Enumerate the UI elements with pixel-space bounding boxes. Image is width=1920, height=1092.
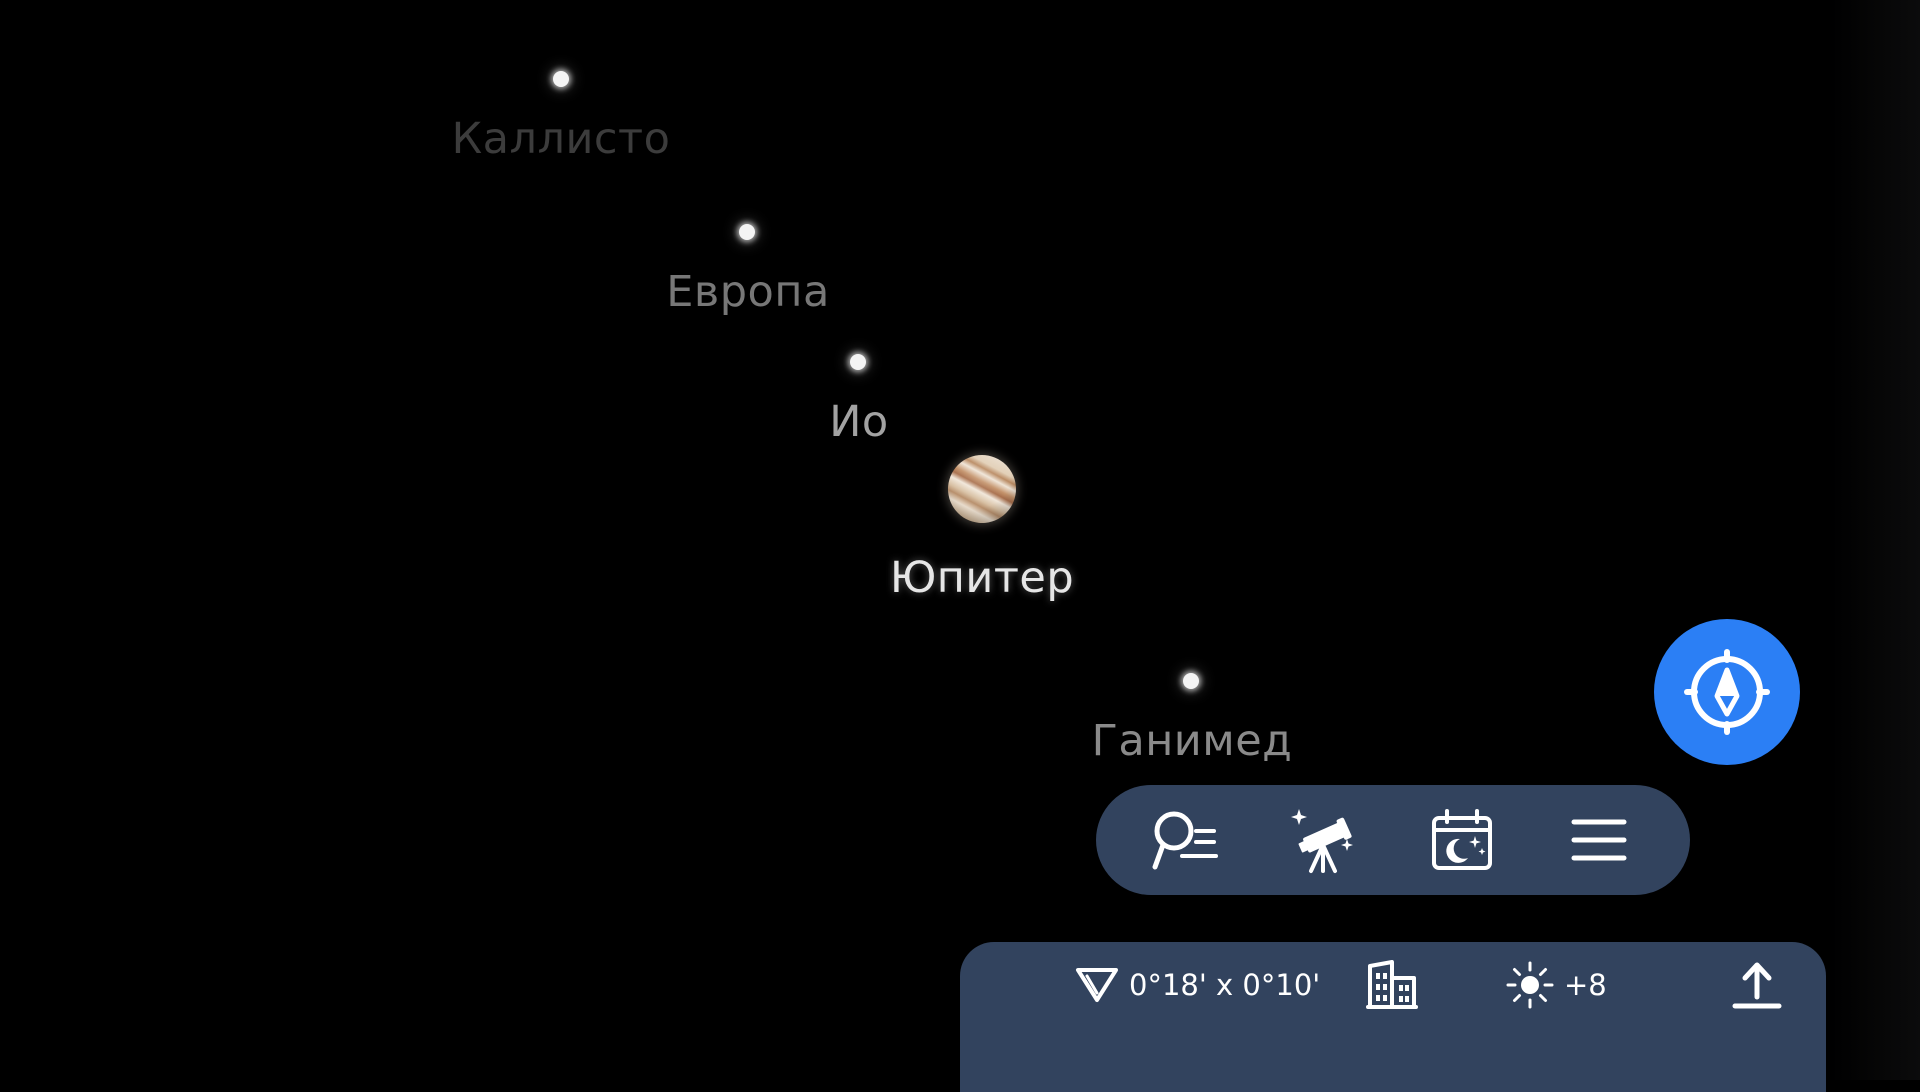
brightness-value: +8 — [1564, 967, 1607, 1002]
brightness-control[interactable]: +8 — [1506, 942, 1607, 1027]
sun-icon — [1506, 961, 1554, 1008]
main-toolbar — [1096, 785, 1690, 895]
calendar-night-icon — [1431, 809, 1492, 870]
search-button[interactable] — [1142, 795, 1232, 885]
field-of-view-value: 0°18' x 0°10' — [1129, 967, 1321, 1002]
callisto-label: Каллисто — [451, 114, 671, 164]
compass-icon — [1684, 649, 1770, 735]
europa-dot[interactable] — [739, 224, 755, 240]
menu-icon — [1571, 819, 1627, 861]
share-button[interactable] — [1732, 942, 1782, 1027]
callisto-dot[interactable] — [553, 71, 569, 87]
jupiter-label: Юпитер — [889, 553, 1075, 603]
ganymede-dot[interactable] — [1183, 673, 1199, 689]
sky-edge-shade — [1830, 0, 1920, 1080]
search-list-icon — [1152, 811, 1218, 870]
sky-view[interactable]: Каллисто Европа Ио Юпитер Ганимед — [0, 0, 1920, 1080]
europa-label: Европа — [666, 267, 830, 317]
status-panel: 0°18' x 0°10' +8 — [960, 942, 1826, 1092]
field-of-view-icon — [1076, 967, 1118, 1002]
io-dot[interactable] — [850, 354, 866, 370]
upload-icon — [1732, 962, 1782, 1008]
buildings-icon — [1366, 959, 1418, 1009]
io-label: Ио — [829, 397, 889, 447]
ganymede-label: Ганимед — [1091, 716, 1293, 766]
telescope-icon — [1291, 809, 1354, 873]
compass-button[interactable] — [1654, 619, 1800, 765]
telescope-button[interactable] — [1279, 795, 1369, 885]
calendar-button[interactable] — [1417, 795, 1507, 885]
landscape-toggle[interactable] — [1366, 942, 1418, 1027]
field-of-view-readout[interactable]: 0°18' x 0°10' — [1075, 942, 1320, 1027]
menu-button[interactable] — [1554, 795, 1644, 885]
jupiter-planet[interactable] — [936, 443, 1028, 535]
